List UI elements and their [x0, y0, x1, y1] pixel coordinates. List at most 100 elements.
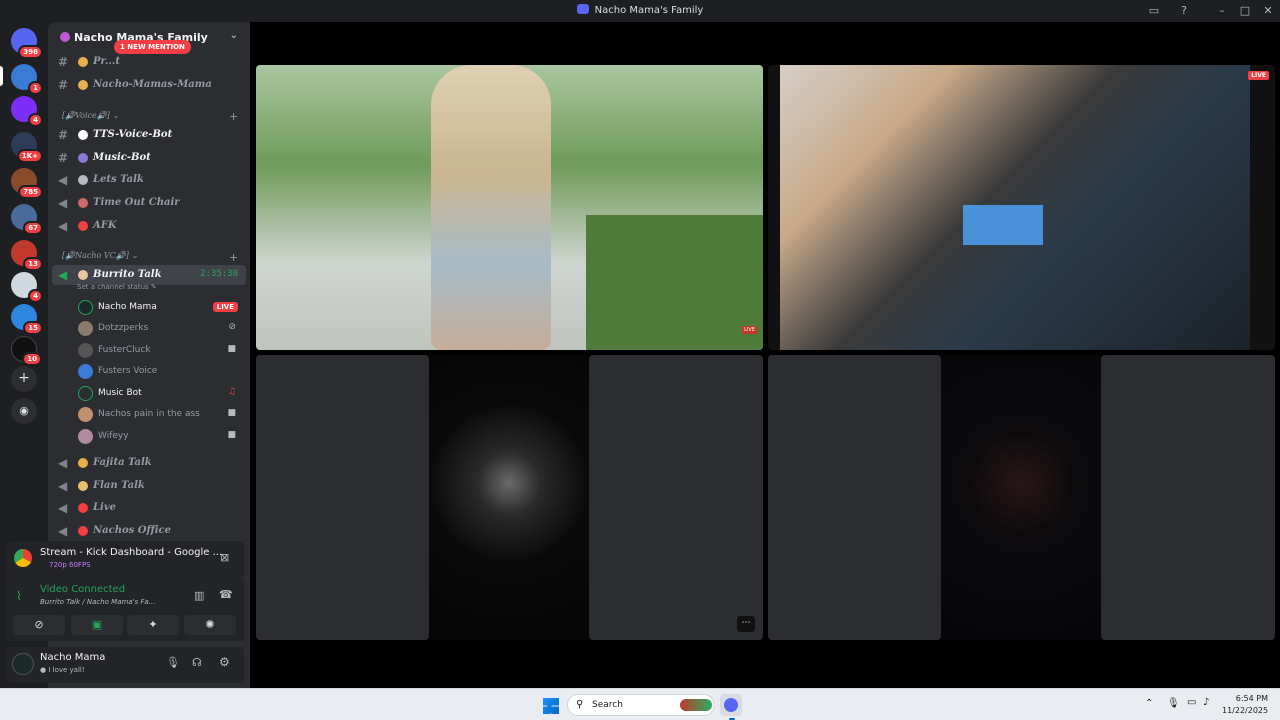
- chevron-up-icon[interactable]: ⌃: [1145, 698, 1153, 709]
- channel-item[interactable]: ◀ Fajita Talk: [52, 453, 246, 473]
- close-button[interactable]: ✕: [1260, 3, 1276, 19]
- avatar: [78, 407, 93, 422]
- video-tile-empty[interactable]: [256, 355, 429, 640]
- discord-taskbar-button[interactable]: [720, 694, 742, 716]
- microphone-icon[interactable]: 🎙: [166, 656, 180, 669]
- video-tile-camera[interactable]: LIVE: [768, 65, 1275, 350]
- avatar[interactable]: [12, 653, 34, 675]
- stream-live-label: LIVE: [742, 326, 757, 334]
- stream-quality: 720p 60FPS: [49, 561, 91, 569]
- server-icon[interactable]: 67: [11, 204, 43, 235]
- maximize-button[interactable]: □: [1237, 3, 1253, 19]
- server-icon[interactable]: 1: [11, 64, 43, 95]
- member-item[interactable]: Wifeyy ■: [76, 426, 240, 446]
- server-icon[interactable]: 15: [11, 304, 43, 335]
- video-tile-road[interactable]: [429, 355, 589, 640]
- help-icon[interactable]: ?: [1176, 3, 1192, 19]
- channel-item[interactable]: # TTS-Voice-Bot: [52, 125, 246, 145]
- channel-item[interactable]: ◀ Live: [52, 498, 246, 518]
- emoji-icon: [78, 270, 88, 280]
- disconnect-icon[interactable]: ☎: [219, 588, 233, 601]
- server-icon[interactable]: 13: [11, 240, 43, 271]
- server-icon[interactable]: 1K+: [11, 132, 43, 163]
- video-icon: ■: [227, 344, 236, 354]
- taskbar-search[interactable]: ⚲ Search: [567, 694, 715, 716]
- badge: 398: [18, 45, 43, 59]
- inbox-icon[interactable]: ▭: [1146, 3, 1162, 19]
- speaker-icon: ◀: [58, 219, 68, 233]
- badge: 4: [28, 113, 43, 127]
- voice-panel: ⌇ Video Connected Burrito Talk / Nacho M…: [6, 579, 244, 641]
- search-icon: ⚲: [576, 699, 584, 710]
- noise-suppression-icon[interactable]: ▥: [194, 589, 204, 602]
- member-item[interactable]: Music Bot ♫: [76, 383, 240, 403]
- clock-time[interactable]: 6:54 PM: [1222, 694, 1268, 703]
- hash-icon: #: [58, 128, 69, 142]
- discover-icon[interactable]: ◉: [11, 398, 37, 424]
- activities-button[interactable]: ✦: [127, 615, 179, 635]
- headphones-icon: ♫: [227, 387, 236, 397]
- home-button[interactable]: 398: [11, 28, 43, 59]
- settings-gear-icon[interactable]: ⚙: [219, 655, 230, 669]
- avatar: [78, 364, 93, 379]
- video-icon: ■: [227, 430, 236, 440]
- server-icon[interactable]: 4: [11, 272, 43, 303]
- video-tile-dark[interactable]: [941, 355, 1101, 640]
- channel-item[interactable]: # Pr...t: [52, 52, 246, 72]
- volume-icon[interactable]: ♪: [1203, 697, 1209, 708]
- member-item[interactable]: Dotzzperks ⊘: [76, 318, 240, 338]
- video-tile-empty[interactable]: [768, 355, 941, 640]
- badge: 15: [23, 321, 43, 335]
- soundboard-button[interactable]: ✺: [184, 615, 236, 635]
- video-tile-empty[interactable]: ⋯: [589, 355, 763, 640]
- server-icon[interactable]: 4: [11, 96, 43, 127]
- channel-item[interactable]: ◀ AFK: [52, 216, 246, 236]
- member-item[interactable]: FusterCluck ■: [76, 340, 240, 360]
- call-timer: 2:35:30: [200, 269, 238, 279]
- server-icon[interactable]: 785: [11, 168, 43, 199]
- screen-share-button[interactable]: ▣: [71, 615, 123, 635]
- avatar: [78, 321, 93, 336]
- channel-status[interactable]: Set a channel status ✎: [77, 283, 157, 291]
- add-server-icon[interactable]: +: [11, 366, 37, 392]
- more-options-icon[interactable]: ⋯: [737, 616, 755, 632]
- member-item[interactable]: Nachos pain in the ass ■: [76, 404, 240, 424]
- server-icon[interactable]: 10: [11, 336, 42, 366]
- channel-item[interactable]: ◀ Lets Talk: [52, 170, 246, 190]
- member-item[interactable]: Nacho Mama LIVE: [76, 297, 240, 317]
- video-tile-empty[interactable]: [1101, 355, 1275, 640]
- stop-stream-icon[interactable]: ⊠: [220, 551, 229, 564]
- clock-date[interactable]: 11/22/2025: [1222, 706, 1268, 715]
- speaker-icon: ◀: [58, 479, 68, 493]
- new-mention-pill[interactable]: 1 NEW MENTION: [114, 40, 191, 54]
- category-nacho-vc[interactable]: [🔊Nacho VC🔊] ⌄: [62, 251, 138, 260]
- channel-item[interactable]: ◀ Nachos Office: [52, 521, 246, 541]
- video-tile-stream[interactable]: LIVE: [256, 65, 763, 350]
- category-voice[interactable]: [🔊Voice🔊] ⌄: [62, 111, 119, 120]
- channel-item[interactable]: ◀ Flan Talk: [52, 476, 246, 496]
- speaker-icon: ◀: [58, 524, 68, 538]
- channel-item-burrito-talk[interactable]: ◀ Burrito Talk 2:35:30: [52, 265, 246, 285]
- member-item[interactable]: Fusters Voice: [76, 361, 240, 381]
- video-stage: LIVE LIVE ⋯: [250, 22, 1280, 688]
- camera-feed-highlight: [963, 205, 1043, 245]
- title-bar: Nacho Mama's Family ▭ ? – □ ✕: [0, 0, 1280, 22]
- minimize-button[interactable]: –: [1214, 3, 1230, 19]
- network-icon[interactable]: ▭: [1187, 697, 1196, 708]
- avatar: [78, 343, 93, 358]
- channel-item[interactable]: # Nacho-Mamas-Mama: [52, 75, 246, 95]
- avatar: [78, 429, 93, 444]
- channel-item[interactable]: # Music-Bot: [52, 148, 246, 168]
- search-placeholder: Search: [592, 700, 623, 710]
- microphone-tray-icon[interactable]: 🎙: [1167, 698, 1180, 709]
- emoji-icon: [78, 130, 88, 140]
- chrome-icon: [14, 549, 32, 567]
- start-button-icon[interactable]: [543, 698, 559, 714]
- camera-toggle-button[interactable]: ⊘: [13, 615, 65, 635]
- speaker-icon: ◀: [58, 173, 68, 187]
- hash-icon: #: [58, 55, 69, 69]
- voice-status[interactable]: Video Connected: [40, 584, 125, 595]
- headphones-icon[interactable]: ☊: [192, 656, 202, 669]
- voice-channel-link[interactable]: Burrito Talk / Nacho Mama's Fa...: [40, 598, 155, 606]
- channel-item[interactable]: ◀ Time Out Chair: [52, 193, 246, 213]
